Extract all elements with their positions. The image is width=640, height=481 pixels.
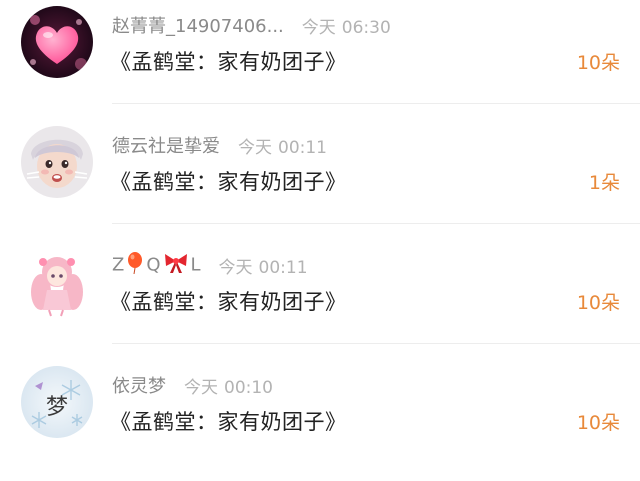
username[interactable]: 赵菁菁_14907406...	[112, 12, 284, 38]
avatar[interactable]: 梦	[21, 366, 93, 438]
bow-icon	[163, 252, 189, 279]
username[interactable]: ZQL	[112, 251, 201, 279]
comment-meta: 赵菁菁_14907406... 今天 06:30	[112, 12, 391, 38]
timestamp: 今天 00:11	[218, 257, 308, 278]
timestamp: 今天 00:11	[238, 137, 327, 158]
comment-content: 《孟鹤堂：家有奶团子》	[110, 170, 347, 194]
comment-item[interactable]: ZQL 今天 00:11 《孟鹤堂：家有奶团子》 10朵	[0, 224, 640, 344]
avatar-text: 梦	[46, 395, 68, 420]
comment-item[interactable]: 赵菁菁_14907406... 今天 06:30 《孟鹤堂：家有奶团子》 10朵	[0, 0, 640, 104]
comment-meta: ZQL 今天 00:11	[112, 251, 308, 279]
pink-heart-avatar	[21, 6, 93, 78]
comment-meta: 依灵梦 今天 00:10	[112, 372, 273, 398]
timestamp: 今天 00:10	[184, 377, 273, 398]
gift-count: 10朵	[576, 412, 620, 434]
person-photo-avatar	[21, 126, 93, 198]
comment-item[interactable]: 梦 依灵梦 今天 00:10 《孟鹤堂：家有奶团子》 10朵	[0, 344, 640, 464]
snowflake-text-avatar: 梦	[21, 366, 93, 438]
gift-count: 10朵	[576, 52, 620, 74]
gift-count: 1朵	[588, 172, 620, 194]
username[interactable]: 依灵梦	[112, 372, 166, 398]
comment-content: 《孟鹤堂：家有奶团子》	[110, 410, 347, 434]
avatar[interactable]	[21, 246, 93, 318]
avatar[interactable]	[21, 126, 93, 198]
comment-item[interactable]: 德云社是挚爱 今天 00:11 《孟鹤堂：家有奶团子》 1朵	[0, 104, 640, 224]
avatar[interactable]	[21, 6, 93, 78]
anime-girl-avatar	[21, 246, 93, 318]
username[interactable]: 德云社是挚爱	[112, 132, 220, 158]
comment-meta: 德云社是挚爱 今天 00:11	[112, 132, 327, 158]
balloon-icon	[126, 251, 144, 279]
gift-count: 10朵	[576, 292, 620, 314]
comment-content: 《孟鹤堂：家有奶团子》	[110, 290, 347, 314]
timestamp: 今天 06:30	[301, 17, 391, 38]
comment-list: 赵菁菁_14907406... 今天06:30 《孟鹤堂：家有奶团子》 10朵	[0, 0, 640, 481]
comment-content: 《孟鹤堂：家有奶团子》	[110, 50, 347, 74]
